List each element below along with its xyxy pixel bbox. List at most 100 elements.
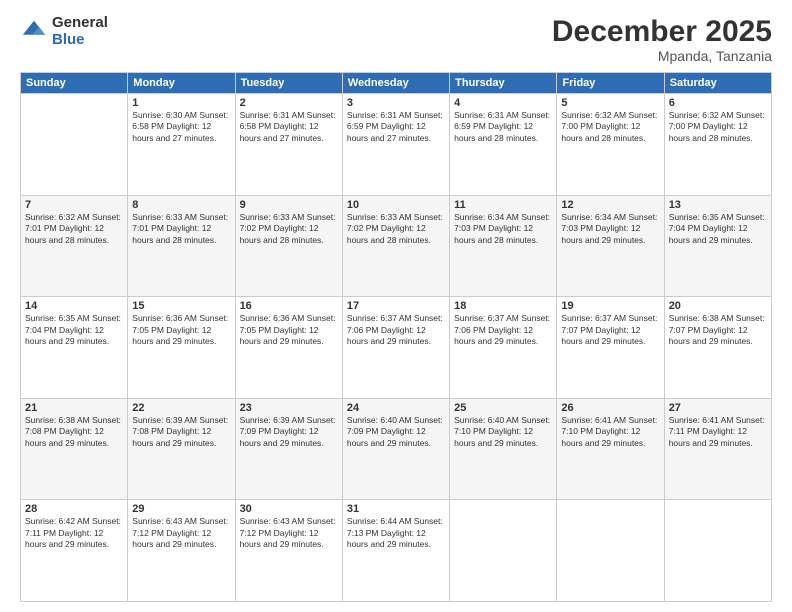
logo-text: General Blue <box>52 15 108 48</box>
day-number: 26 <box>561 402 659 414</box>
week-row-5: 28Sunrise: 6:42 AM Sunset: 7:11 PM Dayli… <box>21 500 772 602</box>
week-row-1: 1Sunrise: 6:30 AM Sunset: 6:58 PM Daylig… <box>21 94 772 196</box>
calendar-cell: 1Sunrise: 6:30 AM Sunset: 6:58 PM Daylig… <box>128 94 235 196</box>
day-number: 18 <box>454 300 552 312</box>
calendar-cell: 24Sunrise: 6:40 AM Sunset: 7:09 PM Dayli… <box>342 398 449 500</box>
day-info: Sunrise: 6:37 AM Sunset: 7:07 PM Dayligh… <box>561 313 659 347</box>
day-number: 30 <box>240 503 338 515</box>
weekday-header-thursday: Thursday <box>450 73 557 94</box>
location-subtitle: Mpanda, Tanzania <box>552 48 772 64</box>
day-number: 6 <box>669 97 767 109</box>
day-number: 5 <box>561 97 659 109</box>
day-number: 25 <box>454 402 552 414</box>
day-number: 14 <box>25 300 123 312</box>
day-info: Sunrise: 6:33 AM Sunset: 7:01 PM Dayligh… <box>132 212 230 246</box>
day-number: 7 <box>25 199 123 211</box>
day-info: Sunrise: 6:31 AM Sunset: 6:59 PM Dayligh… <box>347 110 445 144</box>
day-number: 29 <box>132 503 230 515</box>
logo: General Blue <box>20 15 108 48</box>
day-number: 13 <box>669 199 767 211</box>
calendar-cell: 17Sunrise: 6:37 AM Sunset: 7:06 PM Dayli… <box>342 297 449 399</box>
calendar-cell: 23Sunrise: 6:39 AM Sunset: 7:09 PM Dayli… <box>235 398 342 500</box>
day-info: Sunrise: 6:34 AM Sunset: 7:03 PM Dayligh… <box>454 212 552 246</box>
day-number: 24 <box>347 402 445 414</box>
day-number: 8 <box>132 199 230 211</box>
calendar-cell <box>557 500 664 602</box>
day-info: Sunrise: 6:35 AM Sunset: 7:04 PM Dayligh… <box>25 313 123 347</box>
day-number: 21 <box>25 402 123 414</box>
day-number: 12 <box>561 199 659 211</box>
day-number: 9 <box>240 199 338 211</box>
day-number: 4 <box>454 97 552 109</box>
calendar-cell: 7Sunrise: 6:32 AM Sunset: 7:01 PM Daylig… <box>21 195 128 297</box>
calendar-cell: 2Sunrise: 6:31 AM Sunset: 6:58 PM Daylig… <box>235 94 342 196</box>
day-number: 22 <box>132 402 230 414</box>
weekday-header-friday: Friday <box>557 73 664 94</box>
weekday-header-monday: Monday <box>128 73 235 94</box>
calendar-cell: 31Sunrise: 6:44 AM Sunset: 7:13 PM Dayli… <box>342 500 449 602</box>
calendar-table: SundayMondayTuesdayWednesdayThursdayFrid… <box>20 72 772 602</box>
calendar-cell: 25Sunrise: 6:40 AM Sunset: 7:10 PM Dayli… <box>450 398 557 500</box>
calendar-cell: 12Sunrise: 6:34 AM Sunset: 7:03 PM Dayli… <box>557 195 664 297</box>
day-info: Sunrise: 6:37 AM Sunset: 7:06 PM Dayligh… <box>347 313 445 347</box>
day-info: Sunrise: 6:30 AM Sunset: 6:58 PM Dayligh… <box>132 110 230 144</box>
day-info: Sunrise: 6:36 AM Sunset: 7:05 PM Dayligh… <box>132 313 230 347</box>
day-info: Sunrise: 6:31 AM Sunset: 6:58 PM Dayligh… <box>240 110 338 144</box>
calendar-cell: 11Sunrise: 6:34 AM Sunset: 7:03 PM Dayli… <box>450 195 557 297</box>
day-number: 10 <box>347 199 445 211</box>
calendar-cell: 6Sunrise: 6:32 AM Sunset: 7:00 PM Daylig… <box>664 94 771 196</box>
calendar-cell: 4Sunrise: 6:31 AM Sunset: 6:59 PM Daylig… <box>450 94 557 196</box>
day-info: Sunrise: 6:32 AM Sunset: 7:00 PM Dayligh… <box>561 110 659 144</box>
weekday-header-tuesday: Tuesday <box>235 73 342 94</box>
calendar-cell: 26Sunrise: 6:41 AM Sunset: 7:10 PM Dayli… <box>557 398 664 500</box>
calendar-cell: 14Sunrise: 6:35 AM Sunset: 7:04 PM Dayli… <box>21 297 128 399</box>
day-info: Sunrise: 6:41 AM Sunset: 7:11 PM Dayligh… <box>669 415 767 449</box>
day-number: 17 <box>347 300 445 312</box>
day-number: 1 <box>132 97 230 109</box>
day-info: Sunrise: 6:38 AM Sunset: 7:07 PM Dayligh… <box>669 313 767 347</box>
week-row-3: 14Sunrise: 6:35 AM Sunset: 7:04 PM Dayli… <box>21 297 772 399</box>
day-info: Sunrise: 6:31 AM Sunset: 6:59 PM Dayligh… <box>454 110 552 144</box>
weekday-header-saturday: Saturday <box>664 73 771 94</box>
calendar-cell: 28Sunrise: 6:42 AM Sunset: 7:11 PM Dayli… <box>21 500 128 602</box>
calendar-cell: 13Sunrise: 6:35 AM Sunset: 7:04 PM Dayli… <box>664 195 771 297</box>
day-info: Sunrise: 6:32 AM Sunset: 7:01 PM Dayligh… <box>25 212 123 246</box>
day-info: Sunrise: 6:35 AM Sunset: 7:04 PM Dayligh… <box>669 212 767 246</box>
day-info: Sunrise: 6:41 AM Sunset: 7:10 PM Dayligh… <box>561 415 659 449</box>
calendar-cell <box>450 500 557 602</box>
day-number: 11 <box>454 199 552 211</box>
weekday-header-sunday: Sunday <box>21 73 128 94</box>
day-info: Sunrise: 6:40 AM Sunset: 7:09 PM Dayligh… <box>347 415 445 449</box>
week-row-2: 7Sunrise: 6:32 AM Sunset: 7:01 PM Daylig… <box>21 195 772 297</box>
day-info: Sunrise: 6:43 AM Sunset: 7:12 PM Dayligh… <box>132 516 230 550</box>
day-info: Sunrise: 6:42 AM Sunset: 7:11 PM Dayligh… <box>25 516 123 550</box>
month-title: December 2025 <box>552 15 772 48</box>
weekday-header-row: SundayMondayTuesdayWednesdayThursdayFrid… <box>21 73 772 94</box>
weekday-header-wednesday: Wednesday <box>342 73 449 94</box>
day-info: Sunrise: 6:37 AM Sunset: 7:06 PM Dayligh… <box>454 313 552 347</box>
day-info: Sunrise: 6:36 AM Sunset: 7:05 PM Dayligh… <box>240 313 338 347</box>
page: General Blue December 2025 Mpanda, Tanza… <box>0 0 792 612</box>
day-number: 31 <box>347 503 445 515</box>
logo-blue: Blue <box>52 32 108 49</box>
day-info: Sunrise: 6:33 AM Sunset: 7:02 PM Dayligh… <box>347 212 445 246</box>
calendar-cell <box>21 94 128 196</box>
calendar-cell: 19Sunrise: 6:37 AM Sunset: 7:07 PM Dayli… <box>557 297 664 399</box>
header: General Blue December 2025 Mpanda, Tanza… <box>20 15 772 64</box>
calendar-cell: 21Sunrise: 6:38 AM Sunset: 7:08 PM Dayli… <box>21 398 128 500</box>
day-number: 16 <box>240 300 338 312</box>
calendar-cell: 18Sunrise: 6:37 AM Sunset: 7:06 PM Dayli… <box>450 297 557 399</box>
calendar-cell: 29Sunrise: 6:43 AM Sunset: 7:12 PM Dayli… <box>128 500 235 602</box>
logo-general: General <box>52 15 108 32</box>
day-number: 23 <box>240 402 338 414</box>
day-info: Sunrise: 6:34 AM Sunset: 7:03 PM Dayligh… <box>561 212 659 246</box>
day-number: 15 <box>132 300 230 312</box>
day-info: Sunrise: 6:43 AM Sunset: 7:12 PM Dayligh… <box>240 516 338 550</box>
logo-icon <box>20 18 48 46</box>
day-number: 28 <box>25 503 123 515</box>
day-number: 3 <box>347 97 445 109</box>
calendar-cell: 20Sunrise: 6:38 AM Sunset: 7:07 PM Dayli… <box>664 297 771 399</box>
calendar-cell: 16Sunrise: 6:36 AM Sunset: 7:05 PM Dayli… <box>235 297 342 399</box>
title-block: December 2025 Mpanda, Tanzania <box>552 15 772 64</box>
day-info: Sunrise: 6:38 AM Sunset: 7:08 PM Dayligh… <box>25 415 123 449</box>
